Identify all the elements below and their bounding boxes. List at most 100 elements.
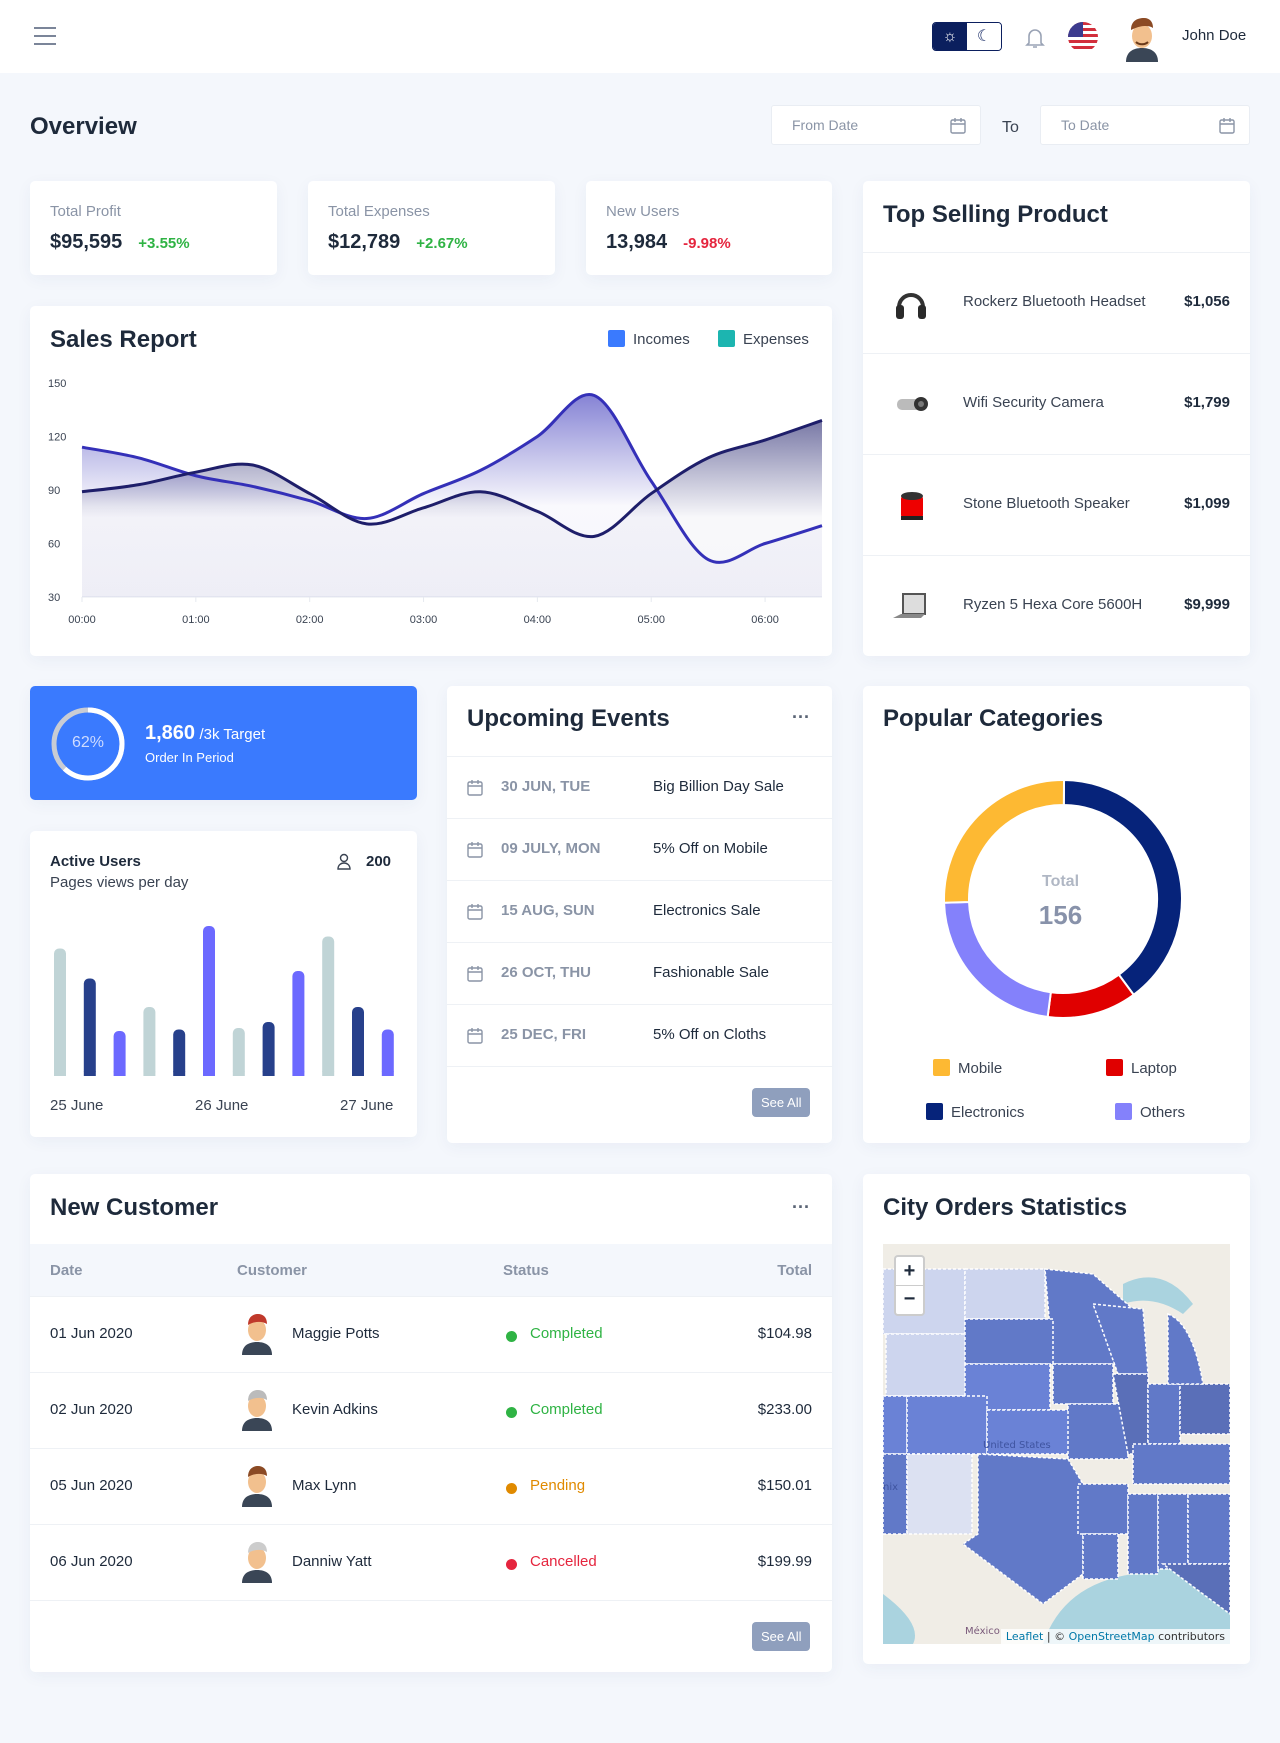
event-row[interactable]: 15 AUG, SUN Electronics Sale [447, 880, 832, 942]
legend-label: Electronics [951, 1104, 1025, 1121]
pie-slice-laptop[interactable] [1046, 973, 1136, 1019]
customer-name: Danniw Yatt [292, 1553, 372, 1570]
more-options-icon[interactable]: ... [792, 1192, 810, 1213]
legend-laptop[interactable]: Laptop [1106, 1059, 1177, 1077]
events-see-all-button[interactable]: See All [752, 1088, 811, 1117]
sun-icon[interactable]: ☼ [933, 23, 967, 50]
more-options-icon[interactable]: ... [792, 702, 810, 723]
osm-link[interactable]: OpenStreetMap [1069, 1630, 1155, 1643]
x-tick-label: 03:00 [410, 614, 438, 626]
bar-base [113, 1071, 126, 1076]
attribution-separator: | © [1043, 1630, 1069, 1643]
attribution-text: contributors [1154, 1630, 1225, 1643]
stat-card-total-profit: Total Profit $95,595 +3.55% [30, 181, 277, 275]
x-label: 25 June [50, 1097, 104, 1114]
stat-label: Total Expenses [328, 203, 430, 220]
legend-electronics[interactable]: Electronics [926, 1103, 1024, 1121]
bar[interactable] [173, 1029, 186, 1077]
product-name: Ryzen 5 Hexa Core 5600H [963, 596, 1143, 613]
speaker-icon [901, 492, 923, 520]
customer-total: $104.98 [757, 1325, 812, 1342]
zoom-out-button[interactable]: − [896, 1286, 923, 1314]
bar[interactable] [83, 978, 96, 1077]
from-date-input[interactable]: From Date [771, 105, 981, 145]
product-row[interactable]: Stone Bluetooth Speaker $1,099 [863, 454, 1250, 555]
stat-card-total-expenses: Total Expenses $12,789 +2.67% [308, 181, 555, 275]
x-tick-label: 01:00 [182, 614, 210, 626]
event-row[interactable]: 26 OCT, THU Fashionable Sale [447, 942, 832, 1004]
avatar [242, 1466, 272, 1507]
customer-date: 06 Jun 2020 [50, 1553, 133, 1570]
column-status[interactable]: Status [503, 1262, 549, 1279]
bell-icon[interactable] [1025, 26, 1045, 50]
bar[interactable] [381, 1029, 394, 1077]
legend-swatch [926, 1103, 943, 1120]
top-header: ☼ ☾ John Doe [0, 0, 1280, 73]
calendar-icon [467, 780, 483, 796]
status-dot [506, 1559, 517, 1570]
legend-mobile[interactable]: Mobile [933, 1059, 1002, 1077]
table-row[interactable]: 01 Jun 2020 Maggie Potts Completed $104.… [30, 1296, 832, 1372]
bar[interactable] [54, 948, 66, 1077]
moon-icon[interactable]: ☾ [967, 23, 1001, 50]
event-row[interactable]: 25 DEC, FRI 5% Off on Cloths [447, 1004, 832, 1066]
legend-label: Laptop [1131, 1060, 1177, 1077]
stat-value: $95,595 +3.55% [50, 231, 190, 254]
bar[interactable] [113, 1031, 126, 1076]
customers-see-all-button[interactable]: See All [752, 1622, 811, 1651]
bar[interactable] [292, 971, 305, 1076]
stat-amount: $95,595 [50, 231, 123, 253]
product-row[interactable]: Wifi Security Camera $1,799 [863, 353, 1250, 454]
bar[interactable] [232, 1028, 245, 1076]
zoom-in-button[interactable]: + [896, 1257, 923, 1286]
x-tick-label: 02:00 [296, 614, 324, 626]
calendar-icon[interactable] [950, 117, 966, 134]
table-row[interactable]: 05 Jun 2020 Max Lynn Pending $150.01 [30, 1448, 832, 1524]
bar-base [322, 1071, 335, 1076]
product-name: Wifi Security Camera [963, 394, 1104, 411]
bar[interactable] [352, 1007, 364, 1076]
user-name[interactable]: John Doe [1182, 27, 1246, 44]
stat-change: +2.67% [416, 235, 468, 252]
event-title: Big Billion Day Sale [653, 778, 784, 795]
city-orders-card: City Orders Statistics United States nix… [863, 1174, 1250, 1664]
event-row[interactable]: 09 JULY, MON 5% Off on Mobile [447, 818, 832, 880]
product-price: $9,999 [1184, 596, 1230, 613]
bar-base [143, 1071, 156, 1076]
avatar[interactable] [1122, 16, 1162, 62]
divider [30, 1600, 832, 1676]
bar-base [203, 1071, 215, 1076]
calendar-icon[interactable] [1219, 117, 1235, 134]
progress-percent: 62% [71, 734, 105, 751]
bar[interactable] [143, 1007, 156, 1076]
x-tick-label: 06:00 [751, 614, 779, 626]
bar-base [352, 1071, 364, 1076]
theme-toggle[interactable]: ☼ ☾ [932, 22, 1002, 51]
avatar [242, 1314, 272, 1355]
bar[interactable] [262, 1022, 275, 1076]
event-title: Fashionable Sale [653, 964, 769, 981]
column-date[interactable]: Date [50, 1262, 83, 1279]
table-header: Date Customer Status Total [30, 1244, 832, 1296]
event-title: 5% Off on Cloths [653, 1026, 767, 1043]
column-total[interactable]: Total [777, 1262, 812, 1279]
product-row[interactable]: Rockerz Bluetooth Headset $1,056 [863, 252, 1250, 353]
leaflet-link[interactable]: Leaflet [1006, 1630, 1043, 1643]
active-users-card: Active Users Pages views per day 200 25 … [30, 831, 417, 1137]
table-row[interactable]: 02 Jun 2020 Kevin Adkins Completed $233.… [30, 1372, 832, 1448]
to-date-input[interactable]: To Date [1040, 105, 1250, 145]
event-row[interactable]: 30 JUN, TUE Big Billion Day Sale [447, 756, 832, 818]
event-title: Electronics Sale [653, 902, 761, 919]
column-customer[interactable]: Customer [237, 1262, 307, 1279]
stat-label: Total Profit [50, 203, 121, 220]
us-flag-icon[interactable] [1068, 22, 1098, 52]
order-count-value: 1,860 [145, 722, 196, 744]
table-row[interactable]: 06 Jun 2020 Danniw Yatt Cancelled $199.9… [30, 1524, 832, 1600]
donut-center-label: Total [1041, 873, 1080, 890]
map[interactable]: United States nix México + − Leaflet | ©… [883, 1244, 1230, 1644]
menu-icon[interactable] [34, 27, 56, 45]
bar[interactable] [203, 926, 215, 1076]
bar[interactable] [322, 936, 335, 1077]
legend-others[interactable]: Others [1115, 1103, 1185, 1121]
product-row[interactable]: Ryzen 5 Hexa Core 5600H $9,999 [863, 555, 1250, 656]
